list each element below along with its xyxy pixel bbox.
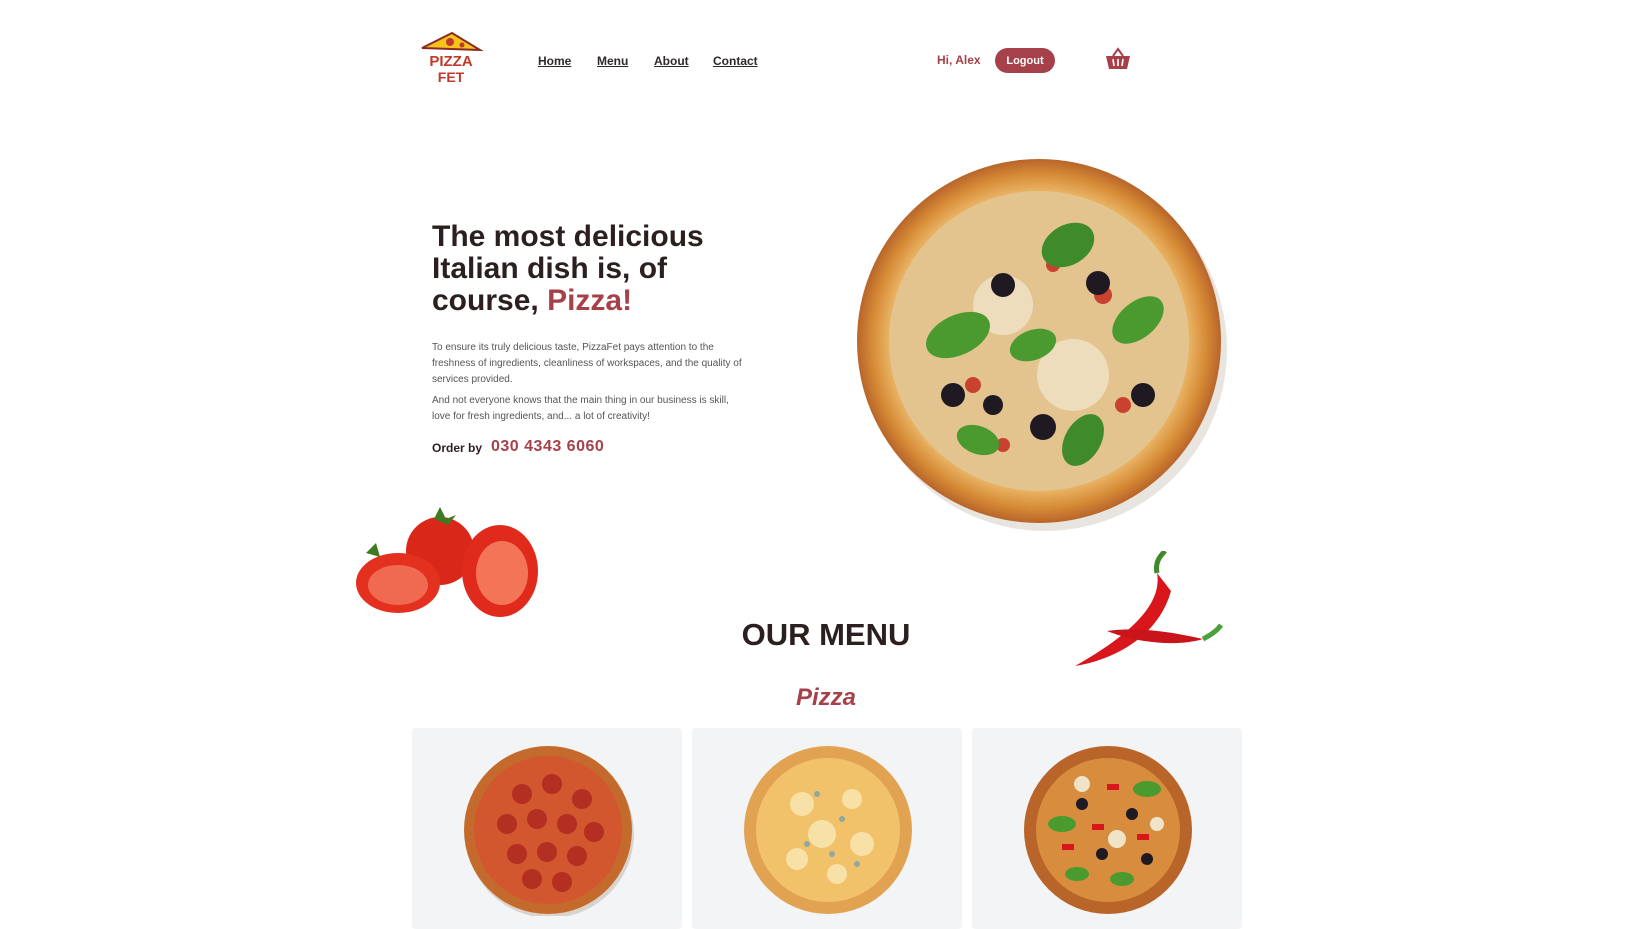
menu-category-title: Pizza bbox=[795, 684, 857, 711]
nav-home-link[interactable]: Home bbox=[538, 54, 571, 68]
pepperoni-pizza-image bbox=[464, 746, 634, 916]
nav-menu-link[interactable]: Menu bbox=[597, 54, 628, 68]
menu-card[interactable] bbox=[692, 728, 962, 929]
hero-paragraph-2: And not everyone knows that the main thi… bbox=[432, 395, 729, 422]
hero-paragraph-1: To ensure its truly delicious taste, Piz… bbox=[432, 342, 742, 385]
cart-button[interactable] bbox=[1104, 47, 1132, 71]
pizza-slice-logo-icon: PIZZA FET bbox=[421, 31, 484, 85]
user-greeting: Hi, Alex bbox=[937, 53, 981, 67]
nav-contact-link[interactable]: Contact bbox=[713, 54, 758, 68]
hero-pizza-image bbox=[853, 155, 1229, 531]
nav-about-link[interactable]: About bbox=[654, 54, 689, 68]
pizza-image bbox=[857, 159, 1227, 531]
phone-link[interactable]: 030 4343 6060 bbox=[491, 438, 604, 456]
menu-card[interactable] bbox=[972, 728, 1242, 929]
cheese-pizza-image bbox=[744, 746, 912, 914]
hero-title-accent: Pizza! bbox=[547, 284, 633, 317]
menu-title: OUR MENU bbox=[741, 617, 911, 652]
menu-card[interactable] bbox=[412, 728, 682, 929]
hero-title: The most delicious Italian dish is, of c… bbox=[432, 221, 762, 317]
tomato-icon bbox=[356, 507, 538, 617]
chili-peppers-image bbox=[1067, 549, 1227, 671]
svg-text:FET: FET bbox=[438, 69, 465, 85]
tomatoes-image bbox=[356, 503, 542, 621]
order-label: Order by bbox=[432, 441, 483, 455]
logo[interactable]: PIZZA FET bbox=[416, 30, 486, 86]
vegetable-pizza-image bbox=[1024, 746, 1192, 914]
chili-pepper-icon bbox=[1075, 549, 1224, 666]
logout-button[interactable]: Logout bbox=[995, 48, 1055, 73]
svg-text:PIZZA: PIZZA bbox=[429, 53, 472, 70]
basket-icon bbox=[1106, 47, 1130, 69]
